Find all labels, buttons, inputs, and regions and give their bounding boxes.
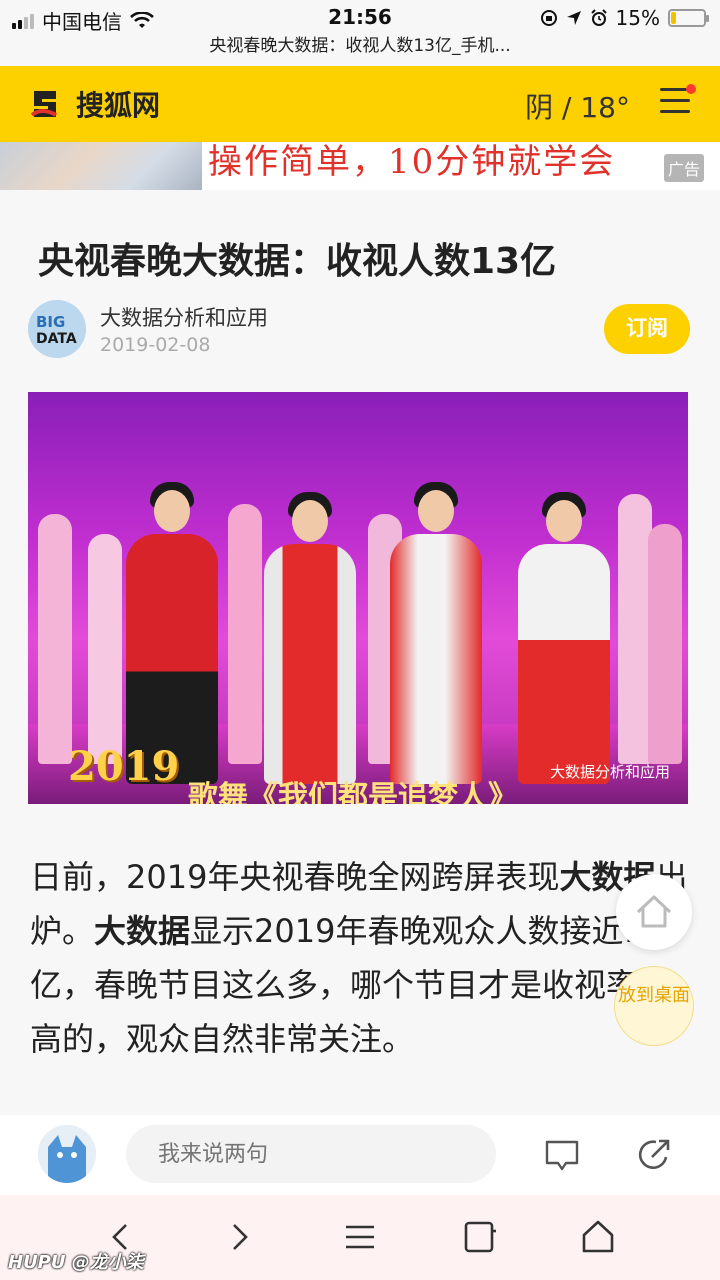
big-data-logo-icon: BIG DATA (28, 300, 86, 358)
browser-home-button[interactable] (576, 1217, 620, 1257)
article-title: 央视春晚大数据：收视人数13亿 (38, 241, 557, 282)
comment-icon[interactable] (544, 1139, 580, 1173)
subscribe-button[interactable]: 订阅 (604, 304, 690, 354)
dancer-figure (618, 494, 652, 764)
image-year-mark: 2019 (68, 743, 180, 790)
tabs-icon (464, 1221, 496, 1253)
svg-text:DATA: DATA (36, 331, 77, 347)
back-to-home-button[interactable] (616, 874, 692, 950)
comment-bar (0, 1115, 720, 1195)
logo-text: 搜狐网 (76, 89, 161, 122)
ad-text: 操作简单，10分钟就学会 (208, 142, 616, 182)
status-bar: 中国电信 21:56 15% (0, 0, 720, 34)
browser-toolbar: HUPU @龙小柒 (0, 1195, 720, 1280)
ad-image (0, 142, 202, 190)
ad-tag: 广告 (663, 154, 704, 182)
user-avatar[interactable] (38, 1125, 96, 1183)
author-name[interactable]: 大数据分析和应用 (100, 302, 268, 332)
menu-button[interactable] (660, 84, 696, 118)
forward-button[interactable] (216, 1217, 260, 1257)
svg-text:BIG: BIG (36, 313, 65, 331)
sohu-logo[interactable]: 搜狐网 (26, 84, 160, 124)
article-image[interactable]: 2019 大数据分析和应用 歌舞《我们都是追梦人》 (28, 392, 688, 804)
source-watermark: HUPU @龙小柒 (8, 1252, 144, 1273)
comment-input[interactable] (126, 1125, 496, 1183)
weather-widget[interactable]: 阴 / 18° (525, 86, 630, 126)
article: 央视春晚大数据：收视人数13亿 BIG DATA 大数据分析和应用 2019-0… (0, 190, 720, 1115)
sohu-logo-icon (26, 85, 64, 123)
share-icon[interactable] (636, 1137, 672, 1173)
alarm-icon (590, 9, 607, 26)
home-icon (636, 895, 672, 928)
site-header: 搜狐网 阴 / 18° (0, 66, 720, 142)
publish-date: 2019-02-08 (100, 334, 211, 356)
dancer-figure (228, 504, 262, 764)
body-text: 日前，2019年央视春晚全网跨屏表现 (30, 858, 560, 896)
image-watermark: 大数据分析和应用 (549, 763, 670, 781)
article-body: 日前，2019年央视春晚全网跨屏表现大数据出炉。大数据显示2019年春晚观众人数… (30, 850, 690, 1066)
chevron-right-icon (233, 1224, 248, 1250)
home-outline-icon (582, 1220, 614, 1253)
singer-figure (390, 482, 482, 784)
user-avatar-icon (38, 1125, 96, 1183)
menu-icon (346, 1225, 374, 1249)
dancer-figure (88, 534, 122, 764)
dancer-figure (38, 514, 72, 764)
browser-menu-button[interactable] (338, 1217, 382, 1257)
location-icon (566, 11, 581, 25)
battery-icon (668, 9, 709, 27)
ad-banner[interactable]: 操作简单，10分钟就学会 广告 (0, 142, 720, 190)
singer-figure (264, 492, 356, 784)
status-right: 15% (540, 6, 709, 30)
notification-dot (686, 84, 696, 94)
page-url-title[interactable]: 央视春晚大数据：收视人数13亿_手机... (0, 34, 720, 66)
add-to-desktop-button[interactable]: 放到桌面 (614, 966, 694, 1046)
image-caption: 歌舞《我们都是追梦人》 (188, 780, 518, 804)
singer-figure (518, 492, 610, 784)
author-avatar[interactable]: BIG DATA (28, 300, 86, 358)
tabs-button[interactable] (458, 1217, 502, 1257)
battery-percent: 15% (615, 6, 660, 30)
dancer-figure (648, 524, 682, 764)
body-bold-text: 大数据 (94, 912, 191, 950)
rotation-lock-icon (540, 10, 557, 26)
battery-fill (671, 12, 676, 24)
